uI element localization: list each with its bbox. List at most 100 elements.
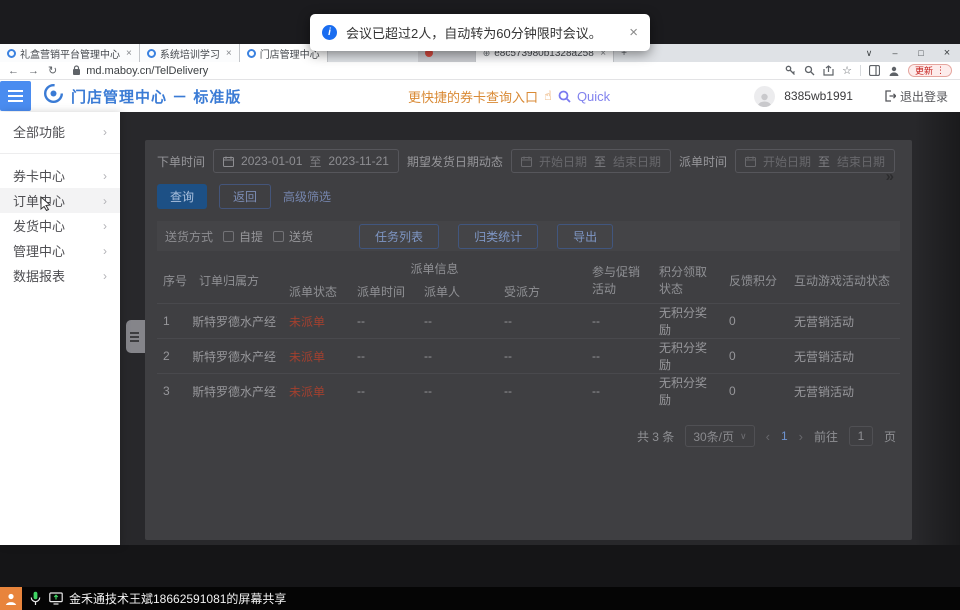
quick-link[interactable]: Quick	[577, 89, 610, 104]
column-header: 反馈积分	[723, 257, 788, 304]
logout-icon	[884, 90, 896, 102]
quick-search-icon	[558, 90, 571, 103]
screen: i 会议已超过2人，自动转为60分钟限时会议。 × 礼盒营销平台管理中心 × 系…	[0, 0, 960, 610]
filter-label: 期望发货日期动态	[407, 153, 503, 170]
expand-panel-icon[interactable]: »	[886, 168, 894, 185]
url-field[interactable]: md.maboy.cn/TelDelivery	[72, 65, 208, 77]
share-icon[interactable]	[823, 65, 834, 76]
goto-page-input[interactable]: 1	[849, 426, 873, 446]
calendar-icon	[223, 156, 234, 167]
column-header: 参与促销活动	[586, 257, 653, 304]
sidebar-item-order-center[interactable]: 订单中心 ›	[0, 188, 120, 213]
back-icon[interactable]: ←	[8, 65, 19, 77]
url-text: md.maboy.cn/TelDelivery	[86, 65, 208, 77]
panel-toggle-handle[interactable]	[126, 320, 147, 353]
page-size-select[interactable]: 30条/页 ∨	[685, 425, 754, 447]
key-icon[interactable]	[785, 65, 796, 76]
pickup-checkbox[interactable]	[223, 231, 234, 242]
table-cell: --	[498, 339, 586, 374]
action-button-row: 查询 返回 高级筛选	[157, 184, 900, 209]
bookmark-star-icon[interactable]: ☆	[842, 64, 852, 77]
dispatch-date-range-input[interactable]: 开始日期 至 结束日期	[735, 149, 895, 173]
sidebar-item-shipping-center[interactable]: 发货中心 ›	[0, 213, 120, 238]
group-header: 派单信息	[283, 257, 586, 280]
close-window-button[interactable]: ×	[934, 44, 960, 62]
calendar-icon	[745, 156, 756, 167]
task-list-button[interactable]: 任务列表	[359, 224, 439, 249]
screen-share-text: 金禾通技术王斌18662591081的屏幕共享	[69, 590, 286, 607]
total-count-label: 共 3 条	[637, 428, 674, 445]
chevron-right-icon: ›	[103, 125, 107, 139]
screen-share-icon	[49, 592, 63, 605]
table-cell: 无积分奖励	[653, 374, 723, 409]
tab-close-icon[interactable]: ×	[226, 48, 232, 59]
table-cell: 0	[723, 374, 788, 409]
table-row: 1斯特罗德水产经营部未派单--------无积分奖励0无营销活动	[157, 304, 900, 339]
tab-close-icon[interactable]: ×	[126, 48, 132, 59]
forward-icon[interactable]: →	[28, 65, 39, 77]
microphone-icon	[30, 591, 41, 606]
advanced-filter-link[interactable]: 高级筛选	[283, 188, 331, 205]
delivery-options-row: 送货方式 自提 送货 任务列表 归类统计 导出	[157, 221, 900, 251]
minimize-button[interactable]: –	[882, 44, 908, 62]
table-cell: 0	[723, 339, 788, 374]
order-date-range-input[interactable]: 2023-01-01 至 2023-11-21	[213, 149, 399, 173]
table-cell: --	[418, 339, 498, 374]
column-header: 派单人	[418, 280, 498, 304]
site-favicon	[147, 49, 156, 58]
logout-button[interactable]: 退出登录	[884, 88, 948, 105]
table-cell: --	[586, 374, 653, 409]
hamburger-menu-button[interactable]	[0, 81, 31, 111]
reload-icon[interactable]: ↻	[48, 64, 57, 77]
coupon-query-link[interactable]: 更快捷的券卡查询入口	[408, 87, 538, 106]
mouse-cursor	[40, 196, 52, 216]
prev-page-button[interactable]: ‹	[766, 429, 770, 444]
export-button[interactable]: 导出	[557, 224, 613, 249]
delivery-checkbox[interactable]	[273, 231, 284, 242]
filter-label: 下单时间	[157, 153, 205, 170]
column-header: 订单归属方	[193, 257, 283, 304]
search-button[interactable]: 查询	[157, 184, 207, 209]
back-button[interactable]: 返回	[219, 184, 271, 209]
browser-tab[interactable]: 系统培训学习 ×	[140, 44, 240, 62]
chevron-right-icon: ›	[103, 219, 107, 233]
table-cell: 无积分奖励	[653, 304, 723, 339]
site-favicon	[247, 49, 256, 58]
current-page-number[interactable]: 1	[781, 429, 788, 443]
table-cell: 无营销活动	[788, 304, 900, 339]
browser-update-button[interactable]: 更新 ⋮	[908, 64, 952, 77]
table-row: 2斯特罗德水产经营部未派单--------无积分奖励0无营销活动	[157, 339, 900, 374]
classification-stats-button[interactable]: 归类统计	[458, 224, 538, 249]
delivery-option: 送货	[273, 228, 313, 245]
sidebar-menu: 全部功能 › 券卡中心 › 订单中心 › 发货中心 › 管理中心 › 数据报表	[0, 112, 120, 545]
maximize-button[interactable]: □	[908, 44, 934, 62]
tab-search-icon[interactable]: ∨	[856, 44, 882, 62]
table-cell: --	[351, 339, 418, 374]
next-page-button[interactable]: ›	[799, 429, 803, 444]
orders-table: 序号订单归属方派单信息参与促销活动积分领取状态反馈积分互动游戏活动状态派单状态派…	[157, 257, 900, 408]
divider	[0, 153, 120, 154]
side-panel-icon[interactable]	[869, 65, 880, 76]
expected-ship-date-range-input[interactable]: 开始日期 至 结束日期	[511, 149, 671, 173]
table-cell: --	[586, 304, 653, 339]
page-title: 门店管理中心 － 标准版	[71, 86, 241, 107]
lock-icon	[72, 65, 81, 76]
chevron-down-icon: ∨	[740, 431, 747, 442]
table-cell: 斯特罗德水产经营部	[193, 374, 283, 409]
table-cell: 斯特罗德水产经营部	[193, 304, 283, 339]
sidebar-item-coupon-center[interactable]: 券卡中心 ›	[0, 163, 120, 188]
browser-tab[interactable]: 礼盒营销平台管理中心 ×	[0, 44, 140, 62]
toast-close-icon[interactable]: ×	[629, 24, 638, 41]
user-avatar[interactable]	[754, 86, 775, 107]
sidebar-item-data-reports[interactable]: 数据报表 ›	[0, 263, 120, 288]
zoom-icon[interactable]	[804, 65, 815, 76]
profile-icon[interactable]	[888, 65, 900, 77]
delivery-method-label: 送货方式	[165, 228, 213, 245]
page-unit-label: 页	[884, 428, 896, 445]
sidebar-item-all-functions[interactable]: 全部功能 ›	[0, 119, 120, 144]
tab-title: 系统培训学习	[160, 46, 220, 61]
tab-title: 礼盒营销平台管理中心	[20, 46, 120, 61]
table-cell: 未派单	[283, 304, 351, 339]
sidebar-item-management-center[interactable]: 管理中心 ›	[0, 238, 120, 263]
meeting-avatar	[0, 587, 22, 610]
